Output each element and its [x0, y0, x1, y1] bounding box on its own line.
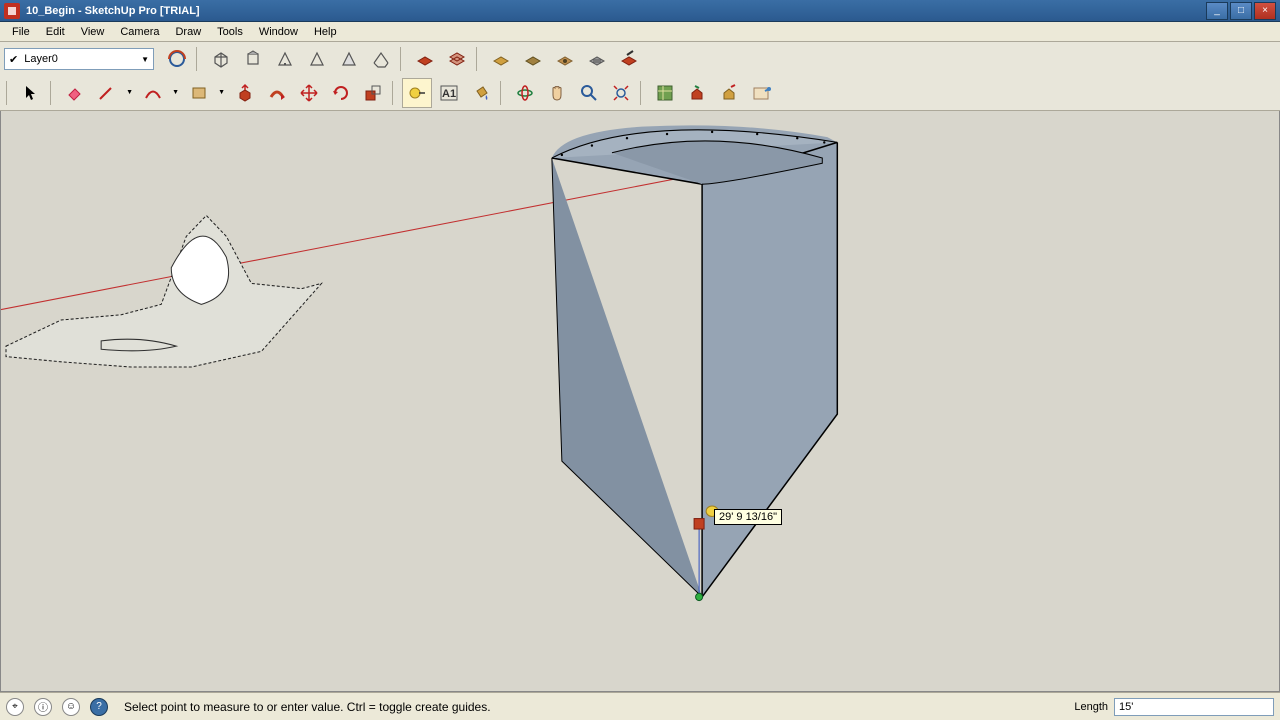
window-title: 10_Begin - SketchUp Pro [TRIAL] [26, 5, 1206, 17]
credits-status-icon[interactable]: ⓘ [34, 698, 52, 716]
menubar: File Edit View Camera Draw Tools Window … [0, 22, 1280, 42]
menu-tools[interactable]: Tools [209, 24, 251, 40]
zoom-tool[interactable] [574, 78, 604, 108]
followme-tool[interactable] [262, 78, 292, 108]
menu-draw[interactable]: Draw [167, 24, 209, 40]
layer-name: Layer0 [24, 53, 58, 65]
view-right-button[interactable] [302, 44, 332, 74]
scale-tool[interactable] [358, 78, 388, 108]
eraser-tool[interactable] [60, 78, 90, 108]
window-controls: _ □ × [1206, 2, 1276, 20]
geo-status-icon[interactable]: ⌖ [6, 698, 24, 716]
tapemeasure-tool[interactable] [402, 78, 432, 108]
hidden-line-button[interactable] [486, 44, 516, 74]
paintbucket-tool[interactable] [466, 78, 496, 108]
shaded-textures-button[interactable] [550, 44, 580, 74]
monochrome-button[interactable] [582, 44, 612, 74]
statusbar: ⌖ ⓘ ☺ ? Select point to measure to or en… [0, 692, 1280, 720]
view-top-button[interactable] [238, 44, 268, 74]
menu-window[interactable]: Window [251, 24, 306, 40]
xray-button[interactable] [410, 44, 440, 74]
close-button[interactable]: × [1254, 2, 1276, 20]
measurements-box: Length [1074, 698, 1274, 716]
pan-tool[interactable] [542, 78, 572, 108]
menu-camera[interactable]: Camera [112, 24, 167, 40]
svg-text:A1: A1 [442, 88, 456, 100]
select-tool[interactable] [16, 78, 46, 108]
viewport-3d[interactable]: 29' 9 13/16" [0, 111, 1280, 692]
view-back-button[interactable] [334, 44, 364, 74]
view-front-button[interactable] [270, 44, 300, 74]
toolbar-row-2: A1 [0, 76, 1280, 110]
warehouse-button[interactable] [682, 78, 712, 108]
menu-file[interactable]: File [4, 24, 38, 40]
line-tool[interactable] [92, 78, 122, 108]
measurement-tooltip: 29' 9 13/16" [714, 509, 782, 525]
zoom-extents-tool[interactable] [606, 78, 636, 108]
shaded-button[interactable] [518, 44, 548, 74]
user-status-icon[interactable]: ☺ [62, 698, 80, 716]
vcb-input[interactable] [1114, 698, 1274, 716]
maximize-button[interactable]: □ [1230, 2, 1252, 20]
extension-warehouse-button[interactable] [746, 78, 776, 108]
toolbar-area: ✔ Layer0 ▼ [0, 42, 1280, 111]
rectangle-tool[interactable] [184, 78, 214, 108]
titlebar: 10_Begin - SketchUp Pro [TRIAL] _ □ × [0, 0, 1280, 22]
get-location-button[interactable] [650, 78, 680, 108]
check-icon: ✔ [9, 53, 18, 66]
dimension-tool[interactable]: A1 [434, 78, 464, 108]
minimize-button[interactable]: _ [1206, 2, 1228, 20]
move-tool[interactable] [294, 78, 324, 108]
menu-help[interactable]: Help [306, 24, 345, 40]
toolbar-row-1: ✔ Layer0 ▼ [0, 42, 1280, 76]
help-status-icon[interactable]: ? [90, 698, 108, 716]
style-edit-button[interactable] [614, 44, 644, 74]
menu-edit[interactable]: Edit [38, 24, 73, 40]
vcb-label: Length [1074, 701, 1108, 713]
status-hint: Select point to measure to or enter valu… [118, 700, 1074, 714]
dropdown-arrow-icon: ▼ [141, 55, 149, 64]
rotate-tool[interactable] [326, 78, 356, 108]
wireframe-button[interactable] [442, 44, 472, 74]
share-model-button[interactable] [714, 78, 744, 108]
view-iso-button[interactable] [206, 44, 236, 74]
view-left-button[interactable] [366, 44, 396, 74]
layer-selector[interactable]: ✔ Layer0 ▼ [4, 48, 154, 70]
layer-manager-button[interactable] [162, 44, 192, 74]
orbit-tool[interactable] [510, 78, 540, 108]
menu-view[interactable]: View [73, 24, 113, 40]
pushpull-tool[interactable] [230, 78, 260, 108]
arc-tool[interactable] [138, 78, 168, 108]
app-icon [4, 3, 20, 19]
